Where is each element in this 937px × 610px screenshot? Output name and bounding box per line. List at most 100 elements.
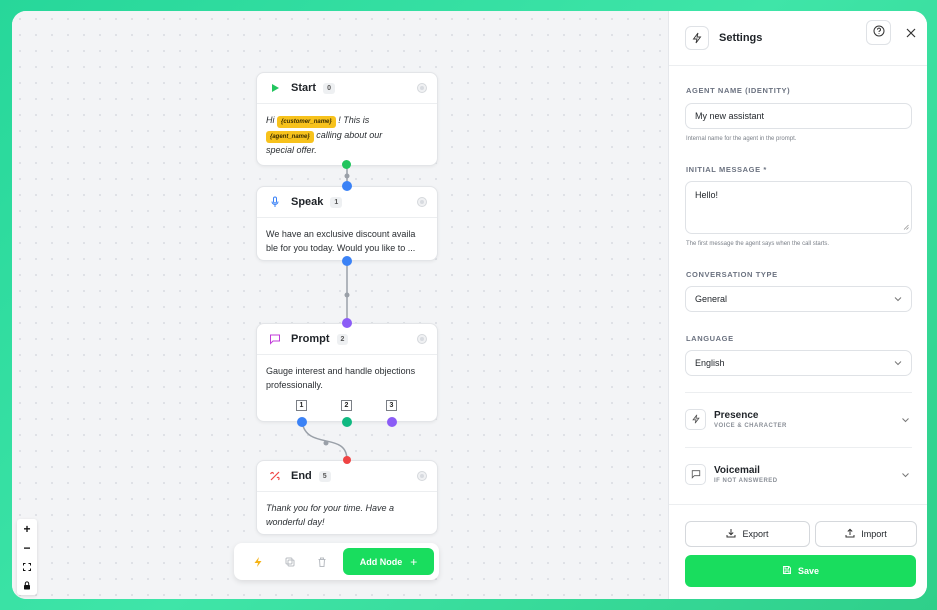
initial-message-hint: The first message the agent says when th…	[686, 241, 830, 247]
output-handle-2[interactable]	[342, 417, 352, 427]
node-select-radio[interactable]	[417, 83, 427, 93]
add-node-label: Add Node	[359, 556, 403, 567]
message-line: ble for you today. Would you like to ...	[266, 243, 416, 253]
fit-view-icon[interactable]	[17, 557, 37, 576]
message-text: Hi	[266, 115, 275, 125]
lightning-icon	[685, 408, 706, 430]
help-button[interactable]	[866, 20, 891, 45]
language-select[interactable]: English	[685, 350, 912, 376]
node-index-badge: 5	[318, 470, 331, 482]
output-handle[interactable]	[342, 256, 352, 266]
settings-footer: Export Import Save	[669, 504, 927, 599]
plus-icon: +	[410, 554, 418, 569]
node-header: Prompt 2	[257, 324, 437, 355]
message-line: professionally.	[266, 380, 323, 390]
export-button[interactable]: Export	[685, 521, 810, 547]
chat-bubble-icon	[685, 463, 706, 485]
output-handle-1[interactable]	[297, 417, 307, 427]
node-select-radio[interactable]	[417, 334, 427, 344]
section-presence[interactable]: Presence VOICE & CHARACTER	[685, 399, 912, 439]
save-button[interactable]: Save	[685, 555, 916, 587]
zoom-in-button[interactable]: +	[17, 519, 37, 538]
node-index-badge: 2	[336, 333, 349, 345]
divider	[685, 447, 912, 448]
node-header: Start 0	[257, 73, 437, 104]
resize-handle-icon[interactable]	[903, 222, 909, 232]
message-line: Thank you for your time. Have a	[266, 503, 395, 513]
divider	[685, 392, 912, 393]
download-icon	[726, 528, 736, 540]
node-message: Thank you for your time. Have a wonderfu…	[257, 492, 437, 538]
end-call-icon	[267, 468, 283, 484]
chat-bubble-icon	[267, 331, 283, 347]
trash-icon[interactable]	[310, 550, 334, 574]
input-handle[interactable]	[342, 181, 352, 191]
section-text: Presence VOICE & CHARACTER	[714, 410, 787, 429]
settings-title: Settings	[719, 32, 763, 44]
agent-name-input[interactable]: My new assistant	[685, 103, 912, 129]
zoom-controls: + −	[17, 519, 37, 595]
node-header: Speak 1	[257, 187, 437, 218]
agent-name-label: AGENT NAME (IDENTITY)	[686, 86, 791, 95]
conversation-type-select[interactable]: General	[685, 286, 912, 312]
node-end[interactable]: End 5 Thank you for your time. Have a wo…	[256, 460, 438, 535]
selected-value: English	[695, 358, 725, 368]
add-node-button[interactable]: Add Node +	[343, 548, 434, 575]
app-window: Start 0 Hi {customer_name} ! This is {ag…	[12, 11, 927, 599]
output-number: 2	[341, 400, 352, 411]
node-title: Start	[291, 82, 317, 94]
section-subtitle: IF NOT ANSWERED	[714, 477, 778, 484]
import-button[interactable]: Import	[815, 521, 917, 547]
node-title: Prompt	[291, 333, 330, 345]
node-index-badge: 1	[330, 196, 343, 208]
import-label: Import	[861, 529, 887, 539]
variable-chip: {agent_name}	[266, 131, 314, 143]
variable-chip: {customer_name}	[277, 116, 336, 128]
node-message: Hi {customer_name} ! This is {agent_name…	[257, 104, 437, 166]
lightning-icon[interactable]	[246, 550, 270, 574]
lock-icon[interactable]	[17, 576, 37, 595]
zoom-out-button[interactable]: −	[17, 538, 37, 557]
input-handle[interactable]	[342, 318, 352, 328]
section-title: Voicemail	[714, 464, 760, 476]
section-subtitle: VOICE & CHARACTER	[714, 422, 787, 429]
selected-value: General	[695, 294, 728, 304]
section-voicemail[interactable]: Voicemail IF NOT ANSWERED	[685, 454, 912, 494]
chevron-down-icon	[894, 358, 902, 368]
node-speak[interactable]: Speak 1 We have an exclusive discount av…	[256, 186, 438, 261]
message-line: We have an exclusive discount availa	[266, 229, 416, 239]
node-select-radio[interactable]	[417, 197, 427, 207]
output-number: 3	[386, 400, 397, 411]
input-handle[interactable]	[343, 456, 351, 464]
save-label: Save	[797, 566, 820, 576]
conversation-type-label: CONVERSATION TYPE	[686, 270, 778, 279]
node-title: End	[291, 470, 312, 482]
duplicate-icon[interactable]	[278, 550, 302, 574]
lightning-icon	[685, 26, 709, 50]
initial-message-text: Hello!	[695, 190, 719, 200]
floppy-disk-icon	[782, 565, 792, 577]
message-line: Gauge interest and handle objections	[266, 366, 416, 376]
initial-message-textarea[interactable]: Hello!	[685, 181, 912, 234]
message-text: ! This is	[338, 115, 370, 125]
output-handle-3[interactable]	[387, 417, 397, 427]
node-select-radio[interactable]	[417, 471, 427, 481]
output-handle[interactable]	[342, 160, 351, 169]
node-header: End 5	[257, 461, 437, 492]
microphone-icon	[267, 194, 283, 210]
section-text: Voicemail IF NOT ANSWERED	[714, 465, 778, 484]
initial-message-label: INITIAL MESSAGE *	[686, 165, 767, 174]
chevron-down-icon	[901, 410, 910, 428]
message-text: special offer.	[266, 145, 317, 155]
close-icon	[906, 25, 916, 43]
agent-name-hint: Internal name for the agent in the promp…	[686, 136, 797, 142]
canvas-toolbar: Add Node +	[234, 543, 439, 580]
output-number: 1	[296, 400, 307, 411]
chevron-down-icon	[901, 465, 910, 483]
play-icon	[267, 80, 283, 96]
close-button[interactable]	[898, 21, 923, 46]
flow-canvas[interactable]: Start 0 Hi {customer_name} ! This is {ag…	[12, 11, 668, 599]
upload-icon	[845, 528, 855, 540]
chevron-down-icon	[894, 294, 902, 304]
node-start[interactable]: Start 0 Hi {customer_name} ! This is {ag…	[256, 72, 438, 166]
